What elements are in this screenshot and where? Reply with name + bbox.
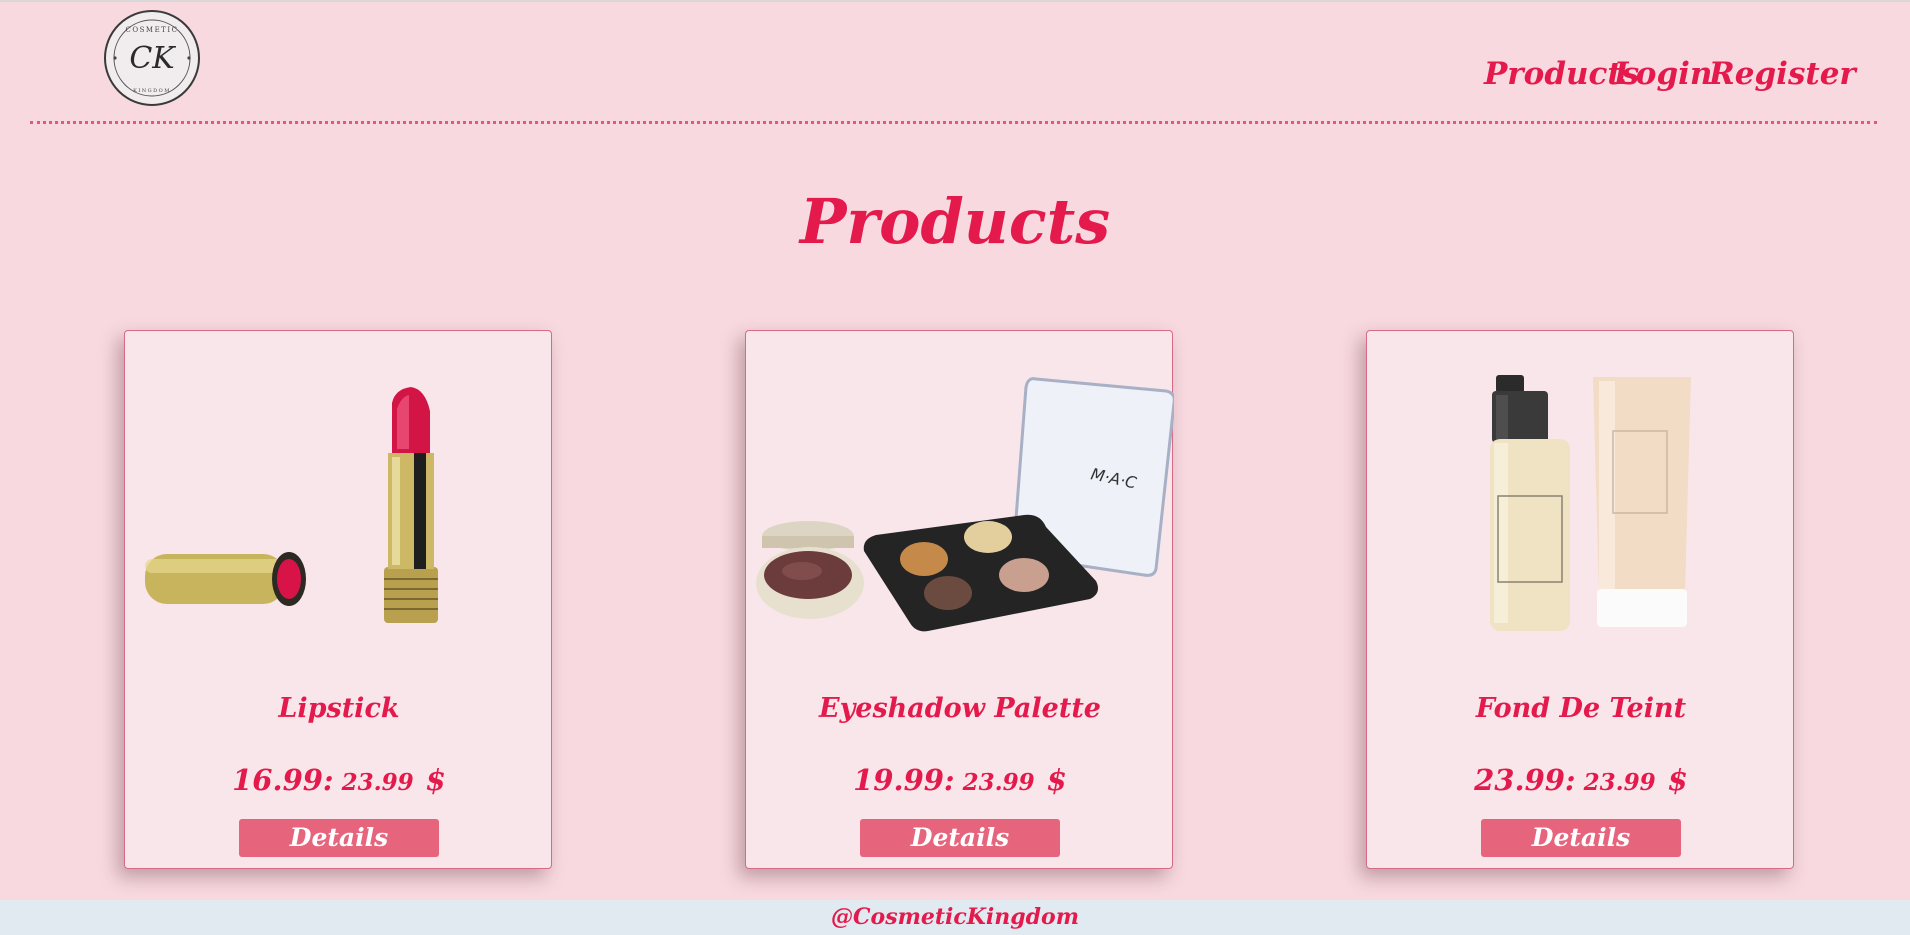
footer-handle: @CosmeticKingdom [831, 904, 1079, 930]
details-button[interactable]: Details [1481, 819, 1681, 857]
price-current: 23.99: [1474, 763, 1576, 797]
details-button[interactable]: Details [860, 819, 1060, 857]
product-card-lipstick: Lipstick 16.99: 23.99 $ Details [124, 330, 552, 869]
price-old: 23.99 [1583, 769, 1656, 796]
product-name: Eyeshadow Palette [819, 693, 1101, 724]
price-old: 23.99 [341, 769, 414, 796]
window-top-border [0, 0, 1910, 2]
product-price: 16.99: 23.99 $ [125, 763, 553, 797]
nav-register-link[interactable]: Register [1709, 56, 1856, 92]
logo-monogram: CK [129, 41, 176, 76]
foundation-image [1490, 375, 1691, 631]
product-name: Fond De Teint [1475, 693, 1687, 724]
page-title: Products [799, 185, 1111, 258]
header-divider [30, 121, 1877, 124]
product-price: 23.99: 23.99 $ [1367, 763, 1795, 797]
price-old: 23.99 [962, 769, 1035, 796]
eyeshadow-palette-image: M·A·C [756, 377, 1174, 632]
nav-login-link[interactable]: Login [1614, 56, 1712, 92]
product-card-fond-de-teint: Fond De Teint 23.99: 23.99 $ Details [1366, 330, 1794, 869]
lipstick-image [145, 387, 438, 623]
footer: @CosmeticKingdom [0, 900, 1910, 935]
logo-text-bottom: KINGDOM [133, 88, 171, 94]
price-currency: $ [1667, 763, 1688, 797]
price-currency: $ [1046, 763, 1067, 797]
logo-text-top: COSMETIC [126, 26, 179, 34]
price-current: 16.99: [232, 763, 334, 797]
details-button[interactable]: Details [239, 819, 439, 857]
price-currency: $ [425, 763, 446, 797]
logo-emblem-icon[interactable]: COSMETIC CK KINGDOM [104, 10, 200, 106]
product-price: 19.99: 23.99 $ [746, 763, 1174, 797]
price-current: 19.99: [853, 763, 955, 797]
product-card-eyeshadow-palette: M·A·C Eyeshadow Palette 19.99: 23.99 $ Det… [745, 330, 1174, 869]
product-name: Lipstick [278, 693, 400, 724]
